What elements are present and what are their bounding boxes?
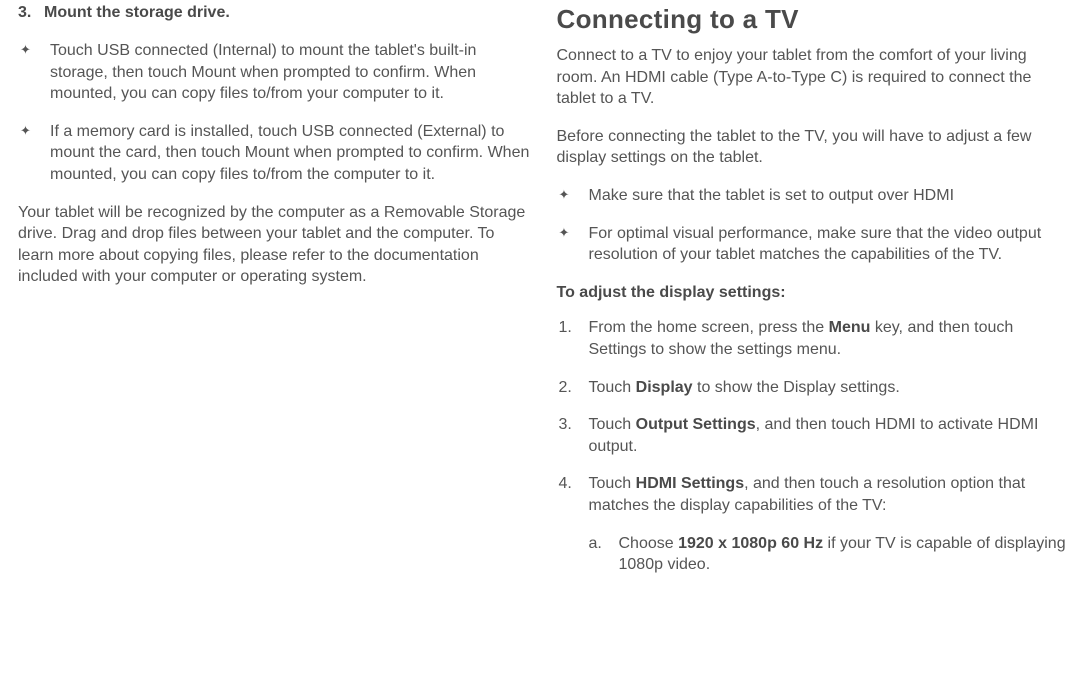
sub-item: a. Choose 1920 x 1080p 60 Hz if your TV … (589, 533, 1070, 576)
step-text: to show the Display settings. (693, 379, 900, 396)
right-bullet-list: Make sure that the tablet is set to outp… (557, 185, 1070, 266)
sub-list: a. Choose 1920 x 1080p 60 Hz if your TV … (589, 533, 1070, 576)
step-title: Mount the storage drive. (44, 4, 230, 21)
step-bold: Display (636, 379, 693, 396)
step-text: Touch (589, 379, 636, 396)
step-item: Touch HDMI Settings, and then touch a re… (557, 473, 1070, 575)
numbered-steps: From the home screen, press the Menu key… (557, 317, 1070, 575)
paragraph: Connect to a TV to enjoy your tablet fro… (557, 45, 1070, 110)
left-bullet-list: Touch USB connected (Internal) to mount … (18, 40, 531, 186)
step-bold: HDMI Settings (636, 475, 744, 492)
section-heading: Connecting to a TV (557, 4, 1070, 35)
step-number: 3. (18, 4, 44, 22)
step-text: Touch (589, 475, 636, 492)
list-item: If a memory card is installed, touch USB… (18, 121, 531, 186)
left-paragraph: Your tablet will be recognized by the co… (18, 202, 531, 288)
list-item: Make sure that the tablet is set to outp… (557, 185, 1070, 207)
paragraph: Before connecting the tablet to the TV, … (557, 126, 1070, 169)
step-item: Touch Output Settings, and then touch HD… (557, 414, 1070, 457)
step-bold: Output Settings (636, 416, 756, 433)
step-bold: Menu (829, 319, 871, 336)
step-item: Touch Display to show the Display settin… (557, 377, 1070, 399)
step-text: From the home screen, press the (589, 319, 829, 336)
left-column: 3.Mount the storage drive. Touch USB con… (6, 4, 551, 678)
step-heading: 3.Mount the storage drive. (18, 4, 531, 22)
list-item: Touch USB connected (Internal) to mount … (18, 40, 531, 105)
sub-letter: a. (589, 533, 602, 555)
sub-heading: To adjust the display settings: (557, 282, 1070, 304)
sub-bold: 1920 x 1080p 60 Hz (678, 535, 823, 552)
sub-text: Choose (619, 535, 679, 552)
step-item: From the home screen, press the Menu key… (557, 317, 1070, 360)
list-item: For optimal visual performance, make sur… (557, 223, 1070, 266)
right-column: Connecting to a TV Connect to a TV to en… (551, 4, 1082, 678)
step-text: Touch (589, 416, 636, 433)
